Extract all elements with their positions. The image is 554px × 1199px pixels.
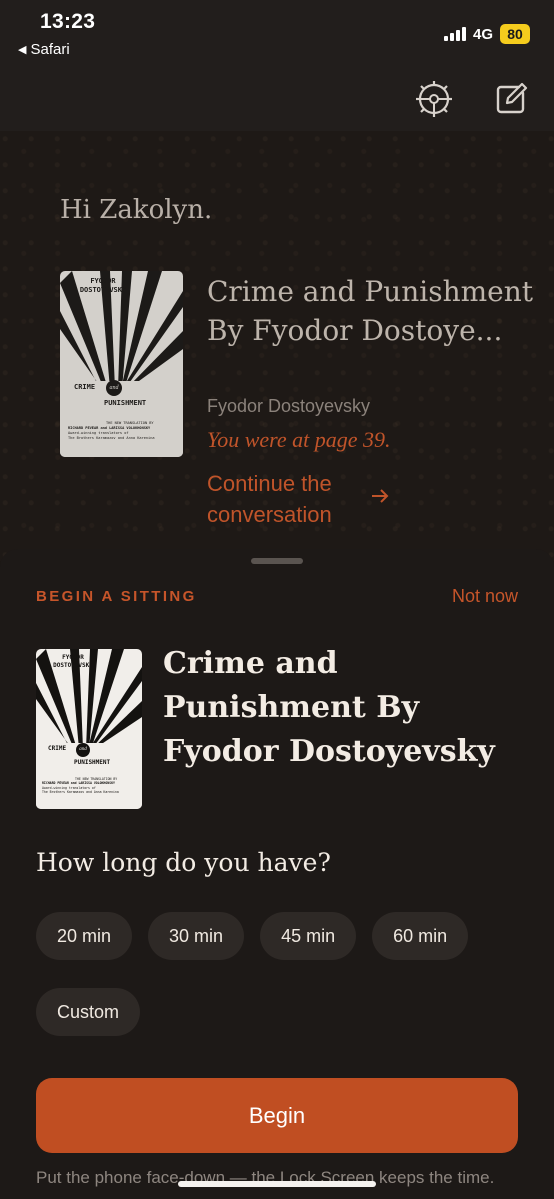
begin-button[interactable]: Begin (36, 1078, 518, 1153)
cover-and-badge: and (106, 380, 122, 396)
duration-chip-30[interactable]: 30 min (148, 912, 245, 960)
duration-chip-45[interactable]: 45 min (260, 912, 357, 960)
continue-label: Continue the conversation (207, 471, 332, 527)
duration-options: 20 min 30 min 45 min 60 min Custom (36, 912, 526, 1036)
status-and-nav-bar: 13:23 ◀ Safari 4G 80 (0, 0, 554, 131)
status-indicators: 4G 80 (443, 24, 530, 44)
sheet-cover-title-line2: PUNISHMENT (74, 759, 111, 766)
sheet-book-cover: FYODOR DOSTOYEVSKY CRIME and PUNISHMENT … (36, 649, 142, 809)
sheet-book-title: Crime and Punishment By Fyodor Dostoyevs… (163, 646, 495, 769)
sheet-grabber[interactable] (251, 558, 303, 564)
back-app-label: Safari (30, 41, 70, 58)
book-cover[interactable]: FYODOR DOSTOYEVSKY CRIME and PUNISHMENT … (60, 271, 183, 457)
duration-chip-custom[interactable]: Custom (36, 988, 141, 1036)
cover-author-line1: FYODOR (90, 277, 116, 285)
sheet-cover-sub4: The Brothers Karamazov and Anna Karenina (42, 790, 119, 795)
duration-chip-60[interactable]: 60 min (372, 912, 469, 960)
back-to-app-button[interactable]: ◀ Safari (18, 41, 70, 58)
reading-progress-note: You were at page 39. (207, 427, 391, 452)
sheet-heading: BEGIN A SITTING (36, 588, 197, 605)
duration-question: How long do you have? (36, 848, 331, 877)
sheet-cover-title-line1: CRIME (48, 745, 67, 752)
cover-author-line2: DOSTOYEVSKY (79, 286, 127, 294)
signal-icon (443, 27, 466, 41)
continue-conversation-link[interactable]: Continue the conversation (207, 468, 389, 530)
not-now-button[interactable]: Not now (452, 586, 518, 607)
current-book-title[interactable]: Crime and Punishment By Fyodor Dostoye..… (207, 272, 537, 350)
arrow-right-icon (371, 480, 389, 511)
cover-title-line1: CRIME (74, 383, 96, 391)
back-triangle-icon: ◀ (18, 44, 27, 56)
sheet-cover-author-line2: DOSTOYEVSKY (53, 662, 93, 669)
cover-title-line2: PUNISHMENT (104, 399, 147, 407)
greeting: Hi Zakolyn. (60, 195, 213, 225)
sheet-cover-and-badge: and (76, 743, 90, 757)
status-time: 13:23 (40, 10, 96, 33)
battery-icon: 80 (500, 24, 530, 44)
compose-icon[interactable] (492, 80, 530, 118)
sheet-cover-author-line1: FYODOR (62, 654, 84, 661)
cover-sub4: The Brothers Karamazov and Anna Karenina (68, 436, 155, 440)
home-indicator[interactable] (178, 1181, 376, 1187)
current-book-author: Fyodor Dostoyevsky (207, 396, 371, 416)
gear-steering-icon[interactable] (415, 80, 453, 118)
network-type: 4G (472, 25, 493, 43)
duration-chip-20[interactable]: 20 min (36, 912, 133, 960)
